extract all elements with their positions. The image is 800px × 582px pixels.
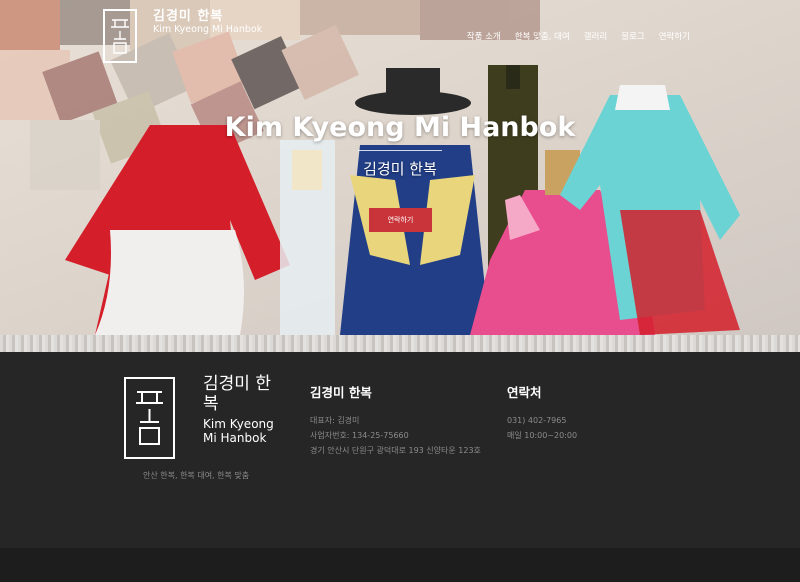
contact-hours: 매일 10:00~20:00 (507, 431, 578, 440)
business-heading: 김경미 한복 (310, 385, 372, 400)
logo-mark-icon (103, 9, 137, 63)
hero-divider (358, 150, 442, 151)
business-representative: 대표자: 김경미 (310, 416, 360, 425)
business-number: 사업자번호: 134-25-75660 (310, 431, 409, 440)
header-logo[interactable]: 김경미 한복 Kim Kyeong Mi Hanbok (103, 9, 303, 69)
footer-business-info: 김경미 한복 대표자: 김경미 사업자번호: 134-25-75660 경기 안… (310, 382, 495, 458)
footer-logo-mark-icon (124, 377, 175, 459)
hero-title: Kim Kyeong Mi Hanbok (224, 112, 576, 143)
footer-tagline: 안산 한복, 한복 대여, 한복 맞춤 (143, 471, 250, 480)
nav-item-custom-rental[interactable]: 한복 맞춤, 대여 (515, 30, 570, 42)
logo-name-english: Kim Kyeong Mi Hanbok (153, 24, 263, 36)
footer-logo-english: Kim Kyeong Mi Hanbok (203, 417, 274, 445)
main-navigation: 작품 소개 한복 맞춤, 대여 갤러리 블로그 연락하기 (467, 30, 690, 42)
footer-contact-info: 연락처 031) 402-7965 매일 10:00~20:00 (507, 382, 627, 443)
nav-item-gallery[interactable]: 갤러리 (584, 30, 607, 42)
hero-subtitle: 김경미 한복 (363, 160, 437, 178)
nav-item-contact[interactable]: 연락하기 (659, 30, 690, 42)
nav-item-works[interactable]: 작품 소개 (467, 30, 501, 42)
footer-logo-text: 김경미 한복 Kim Kyeong Mi Hanbok (203, 374, 283, 446)
business-address: 경기 안산시 단원구 광덕대로 193 신양타운 123호 (310, 446, 481, 455)
hero-section: 김경미 한복 Kim Kyeong Mi Hanbok 작품 소개 한복 맞춤,… (0, 0, 800, 352)
lace-strip (0, 335, 800, 352)
footer-logo-korean: 김경미 한복 (203, 374, 271, 414)
nav-item-blog[interactable]: 블로그 (621, 30, 644, 42)
contact-button[interactable]: 연락하기 (369, 208, 432, 232)
contact-heading: 연락처 (507, 385, 542, 400)
logo-name-korean: 김경미 한복 (153, 9, 224, 24)
site-footer: 김경미 한복 Kim Kyeong Mi Hanbok 안산 한복, 한복 대여… (0, 352, 800, 548)
contact-phone[interactable]: 031) 402-7965 (507, 413, 627, 428)
footer-bottom-bar (0, 548, 800, 582)
